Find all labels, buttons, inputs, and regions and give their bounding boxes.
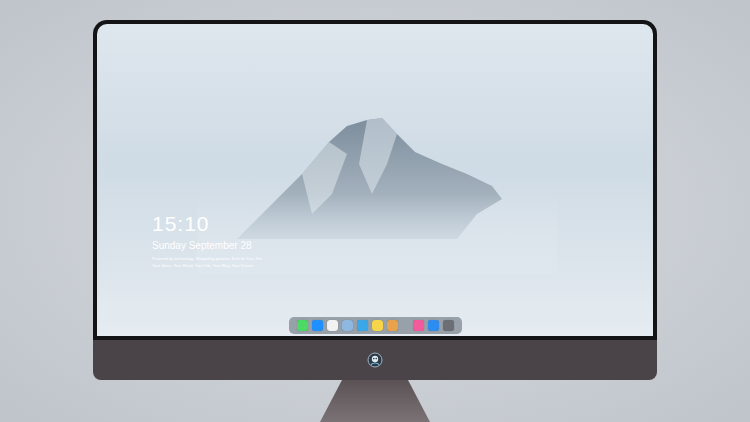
- dock-app-icon[interactable]: [357, 320, 368, 331]
- dock-app-icon[interactable]: [443, 320, 454, 331]
- dock-app-icon[interactable]: [342, 320, 353, 331]
- caption: Powered by technology, Shaped by passion…: [152, 255, 653, 269]
- clock-time: 15:10: [152, 212, 653, 236]
- lock-screen-info: 15:10 Sunday September 28 Powered by techn…: [97, 24, 653, 269]
- page: 15:10 Sunday September 28 Powered by techn…: [0, 0, 750, 422]
- monitor-stand: [320, 380, 430, 422]
- caption-line: Your Ideas, Your World, Your Life, Your …: [152, 262, 653, 269]
- dock: [289, 317, 462, 334]
- dock-app-icon[interactable]: [312, 320, 323, 331]
- dock-separator: [405, 320, 406, 331]
- caption-line: Powered by technology, Shaped by passion…: [152, 255, 653, 262]
- screen: 15:10 Sunday September 28 Powered by techn…: [97, 24, 653, 336]
- monitor-bezel: 15:10 Sunday September 28 Powered by techn…: [93, 20, 657, 340]
- brand-logo-icon: [367, 352, 383, 368]
- dock-app-icon[interactable]: [297, 320, 308, 331]
- wallpaper-mountain-icon: [97, 24, 653, 336]
- dock-app-icon[interactable]: [327, 320, 338, 331]
- dock-app-icon[interactable]: [372, 320, 383, 331]
- dock-app-icon[interactable]: [387, 320, 398, 331]
- clock-date: Sunday September 28: [152, 239, 653, 252]
- monitor: 15:10 Sunday September 28 Powered by techn…: [93, 20, 657, 422]
- monitor-chin: [93, 340, 657, 380]
- dock-app-icon[interactable]: [413, 320, 424, 331]
- dock-app-icon[interactable]: [428, 320, 439, 331]
